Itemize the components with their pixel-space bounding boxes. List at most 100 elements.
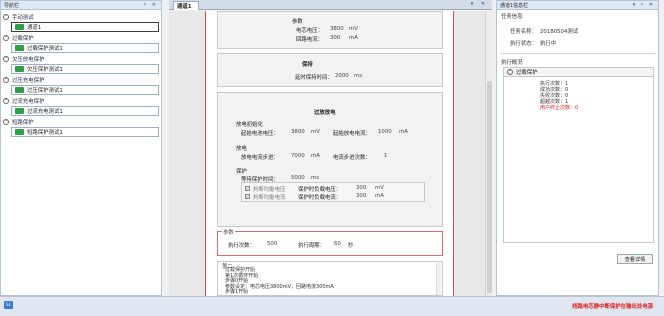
nav-group-label: 过压充电保护 [12,78,45,84]
check-balance-voltage-checkbox[interactable]: ✓ [245,186,250,191]
overview-title: 执行概况 [501,60,523,66]
case-row-overload[interactable]: ⌃ 过载保护 [504,68,653,77]
collapse-icon[interactable]: ⌃ [507,69,513,75]
protect-load-voltage-unit: mV [375,185,384,191]
start-cell-voltage-unit: mV [311,129,320,135]
nav-group-label: 手动测试 [12,15,34,21]
discharge-step-value[interactable]: 7000 [291,153,305,159]
step-count-value[interactable]: 1 [384,153,387,159]
discharge-init-title: 放电初始化 [236,122,263,128]
task-name-row: 任务名称： 20180504测试 [510,27,578,35]
info-title-icons[interactable]: ▾ ♯ ✕ [633,2,655,8]
discharge-step-unit: mA [311,153,320,159]
cell-voltage-unit: mV [349,26,358,32]
nav-group-label: 欠压放电保护 [12,57,45,63]
nav-group-label: 过流充电保护 [12,99,45,105]
nav-group-header[interactable]: ⌃ 短路保护 [3,118,159,126]
case-name: 过载保护 [516,70,538,76]
start-cell-voltage-value[interactable]: 3800 [291,129,305,135]
tab-controls[interactable]: ▾ ✕ [471,1,488,7]
collapse-icon[interactable]: ⌃ [3,119,9,125]
collapse-icon[interactable]: ⌃ [3,98,9,104]
test-case-icon [15,87,24,93]
check-balance-current-checkbox[interactable]: ✓ [245,194,250,199]
log-scrollbar[interactable] [436,263,441,295]
cell-voltage-label: 电芯电压： [296,28,323,34]
task-status-value: 执行中 [539,41,557,47]
hold-duration-label: 延时保持时间： [295,75,333,81]
nav-group-header[interactable]: ⌃ 欠压放电保护 [3,55,159,63]
collapse-icon[interactable]: ⌃ [3,56,9,62]
start-current-value[interactable]: 1000 [378,129,392,135]
exec-count-label: 执行次数： [228,243,255,249]
protect-title: 保护 [236,169,247,175]
status-alert: 线路电芯静中断保护在输出处电源 [572,304,653,310]
log-lines: 过载保护开始 第1次循环开始 步骤0开始 参数设定：电芯电压3800mV，回路电流30… [225,267,334,295]
nav-item[interactable]: 通道1 [11,22,159,32]
protect-load-current-value[interactable]: 300 [356,193,366,199]
step-count-label: 电流步进次数： [333,155,371,161]
nav-item-label: 过流充电测试1 [27,109,63,115]
return-current-value[interactable]: 300 [330,35,340,41]
protect-load-subbox: ✓ 判断均衡电压 保护时负载电压： 300 mV ✓ 判断均衡电流 保护时负载电… [241,182,425,202]
nav-group-header[interactable]: ⌃ 手动测试 [3,13,159,21]
start-current-unit: mA [399,129,408,135]
nav-item[interactable]: 过载保护测试1 [11,43,159,53]
discharge-step-label: 放电电流步进： [241,155,279,161]
info-divider [501,53,655,54]
start-current-label: 起始放电电流： [333,131,371,137]
nav-title: 导航栏 [4,2,20,9]
exec-period-value[interactable]: 60 [334,241,341,247]
app-window: 导航栏 ♯ ✕ ⌃ 手动测试 通道1 ⌃ 过载保护 过载保护测试1 ⌃ 欠压放电保护 欠压保护测… [0,0,664,316]
collapse-icon[interactable]: ⌃ [3,35,9,41]
exec-period-label: 执行周期： [298,243,325,249]
task-status-row: 执行状态： 执行中 [510,39,556,47]
nav-item-label: 短路保护测试1 [27,130,63,136]
wait-protect-value[interactable]: 5000 [291,175,305,181]
document-area: 参数 电芯电压： 3800 mV 回路电流： 300 mA 保持 延时保持时间：… [169,11,492,296]
tab-channel-1[interactable]: 通道1 [173,1,199,10]
nav-pin-close-icons[interactable]: ♯ ✕ [144,2,158,8]
test-sheet: 参数 电芯电压： 3800 mV 回路电流： 300 mA 保持 延时保持时间：… [205,11,454,296]
test-case-icon [15,66,24,72]
protect-load-voltage-label: 保护时负载电压： [298,187,342,193]
task-status-label: 执行状态： [510,41,537,47]
document-scrollbar[interactable] [485,11,492,296]
nav-group-header[interactable]: ⌃ 过压充电保护 [3,76,159,84]
discharge-title: 放电 [236,146,247,152]
protect-load-voltage-value[interactable]: 300 [356,185,366,191]
nav-item-label: 通道1 [27,25,42,31]
top-params-box: 参数 电芯电压： 3800 mV 回路电流： 300 mA [217,11,443,49]
document-scrollbar-thumb[interactable] [487,81,492,293]
nav-list: ⌃ 手动测试 通道1 ⌃ 过载保护 过载保护测试1 ⌃ 欠压放电保护 欠压保护测试1 ⌃ 过压充电保… [1,10,161,141]
task-name-label: 任务名称： [510,29,537,35]
nav-item[interactable]: 过压保护测试1 [11,85,159,95]
top-params-title: 参数 [292,19,303,25]
hold-title: 保持 [302,62,313,68]
hold-duration-value[interactable]: 2000 [335,73,349,79]
nav-group-label: 过载保护 [12,36,34,42]
view-details-button[interactable]: 查看详情 [617,254,653,264]
nav-group-header[interactable]: ⌃ 过流充电保护 [3,97,159,105]
execution-params-legend: 参数 [222,228,235,236]
cell-voltage-value[interactable]: 3800 [330,26,344,32]
hold-box: 保持 延时保持时间： 2000 ms [217,53,443,87]
collapse-icon[interactable]: ⌃ [3,14,9,20]
nav-item[interactable]: 过流充电测试1 [11,106,159,116]
nav-group-header[interactable]: ⌃ 过载保护 [3,34,159,42]
nav-title-bar: 导航栏 ♯ ✕ [1,1,161,10]
return-current-unit: mA [349,35,358,41]
info-title-bar: 通道1信息栏 ▾ ♯ ✕ [497,1,658,10]
nav-item[interactable]: 短路保护测试1 [11,127,159,137]
nav-group-label: 短路保护 [12,120,34,126]
nav-item[interactable]: 欠压保护测试1 [11,64,159,74]
collapse-icon[interactable]: ⌃ [3,77,9,83]
exec-count-value[interactable]: 500 [267,241,277,247]
nav-item-label: 过载保护测试1 [27,46,63,52]
return-current-label: 回路电流： [296,37,323,43]
case-overview-list: ⌃ 过载保护 执行次数：1 成功次数：0 失败次数：0 超越次数：1 用户终止次数：0 [503,67,654,243]
check-balance-voltage-label: 判断均衡电压 [253,187,286,193]
protect-load-current-label: 保护时负载电流： [298,195,342,201]
protect-load-current-unit: mA [375,193,384,199]
execution-params-box: 参数 执行次数： 500 执行周期： 60 秒 [217,228,443,256]
